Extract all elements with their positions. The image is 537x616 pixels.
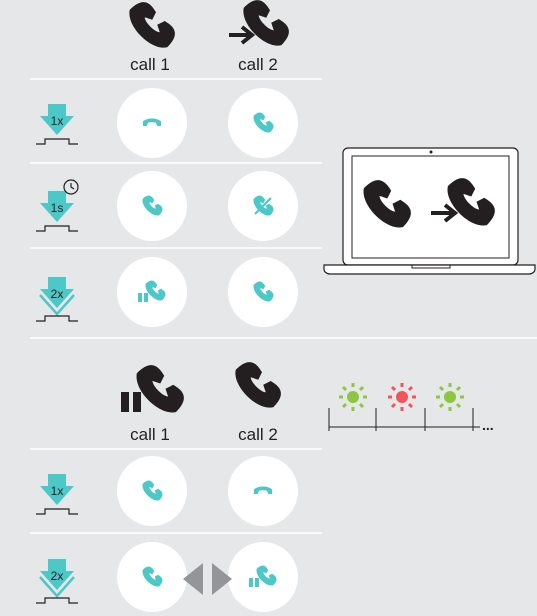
press-1x-label: 1x [51, 484, 64, 498]
swap-arrows-icon [183, 563, 232, 595]
led-green-icon [436, 383, 464, 411]
clock-icon [63, 179, 79, 195]
call-control-diagram: call 1 call 2 call 1 call 2 1x 1s 2x ...… [0, 0, 537, 616]
press-2x-label: 2x [51, 287, 64, 301]
led-timeline [328, 408, 480, 431]
led-red-icon [388, 383, 416, 411]
call1-accept-button [117, 456, 187, 526]
call1-accept-button [117, 171, 187, 241]
reject-call-icon [253, 195, 274, 216]
call2-bottom-header-handset-icon [235, 362, 281, 408]
led-green-icon [339, 383, 367, 411]
call1-accept-button [117, 542, 187, 612]
call2-accept-button [228, 257, 298, 327]
press-2x-label: 2x [51, 569, 64, 583]
call1-header-handset-icon [129, 2, 175, 48]
call2-end-button [228, 456, 298, 526]
call1-end-button [117, 88, 187, 158]
press-1x-label: 1x [51, 114, 64, 128]
led-timeline-ellipsis: ... [482, 417, 494, 433]
call2-accept-button [228, 88, 298, 158]
laptop-icon [323, 147, 536, 275]
call2-header-incoming-icon [229, 0, 289, 46]
press-1s-label: 1s [51, 201, 64, 215]
call1-hold-header-icon [121, 365, 184, 413]
